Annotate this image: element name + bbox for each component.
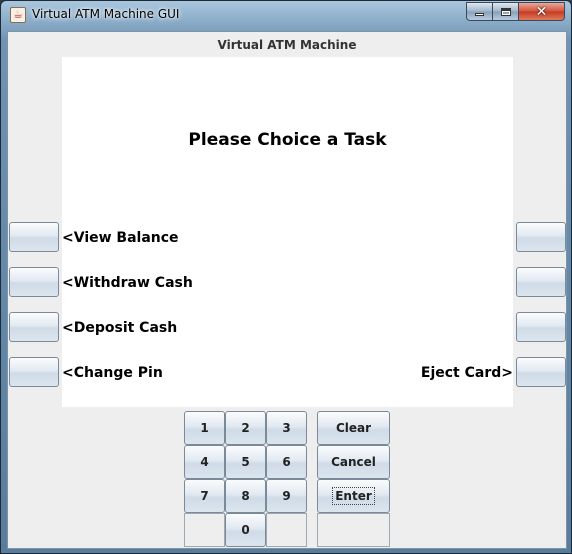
keypad-button-2[interactable]: 2 [225, 411, 266, 445]
keypad-button-3[interactable]: 3 [266, 411, 307, 445]
cancel-button[interactable]: Cancel [317, 445, 390, 479]
option-change-pin: <Change Pin [62, 365, 163, 381]
maximize-button[interactable] [493, 2, 519, 21]
enter-button[interactable]: Enter [317, 479, 390, 513]
client-area: Virtual ATM Machine Please Choice a Task… [7, 31, 567, 549]
keypad-button-5[interactable]: 5 [225, 445, 266, 479]
java-cup-icon: ☕ [10, 7, 26, 23]
app-window: ☕ Virtual ATM Machine GUI ✕ Virtual ATM … [0, 0, 572, 554]
keypad-button-9[interactable]: 9 [266, 479, 307, 513]
maximize-icon [500, 7, 511, 16]
atm-screen: Please Choice a Task <View Balance <With… [62, 57, 513, 407]
left-side-button-3[interactable] [9, 312, 59, 342]
right-side-button-4[interactable] [516, 357, 566, 387]
keypad-button-8[interactable]: 8 [225, 479, 266, 513]
left-side-button-4[interactable] [9, 357, 59, 387]
close-button[interactable]: ✕ [519, 2, 565, 21]
keypad-button-7[interactable]: 7 [184, 479, 225, 513]
keypad-button-0[interactable]: 0 [225, 513, 266, 547]
right-side-button-1[interactable] [516, 222, 566, 252]
option-deposit-cash: <Deposit Cash [62, 320, 178, 336]
right-side-button-2[interactable] [516, 267, 566, 297]
option-withdraw-cash: <Withdraw Cash [62, 275, 193, 291]
minimize-button[interactable] [466, 2, 493, 21]
minimize-icon [475, 13, 484, 16]
window-title: Virtual ATM Machine GUI [32, 7, 180, 21]
keypad-blank-right [266, 513, 307, 547]
keypad-blank-left [184, 513, 225, 547]
clear-button[interactable]: Clear [317, 411, 390, 445]
option-view-balance: <View Balance [62, 230, 179, 246]
right-side-button-3[interactable] [516, 312, 566, 342]
action-blank-cell [317, 513, 390, 547]
keypad-button-6[interactable]: 6 [266, 445, 307, 479]
screen-title: Please Choice a Task [188, 130, 387, 150]
caption-buttons: ✕ [466, 2, 565, 21]
keypad-button-4[interactable]: 4 [184, 445, 225, 479]
option-eject-card: Eject Card> [420, 365, 513, 381]
left-side-button-1[interactable] [9, 222, 59, 252]
keypad-button-1[interactable]: 1 [184, 411, 225, 445]
title-bar[interactable]: ☕ Virtual ATM Machine GUI ✕ [1, 1, 571, 31]
left-side-button-2[interactable] [9, 267, 59, 297]
panel-heading: Virtual ATM Machine [217, 38, 357, 52]
close-icon: ✕ [535, 3, 548, 20]
